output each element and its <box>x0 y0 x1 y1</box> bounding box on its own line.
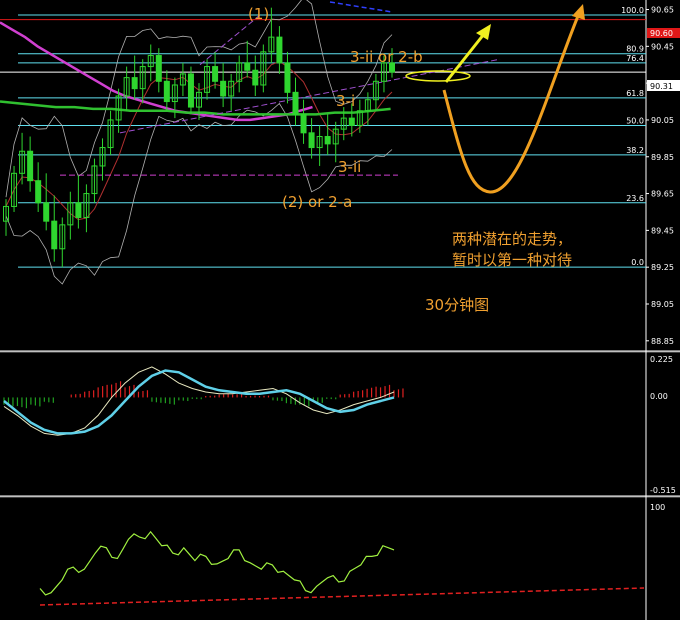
candle-body <box>300 113 307 134</box>
candle-body <box>51 220 58 250</box>
oscillator-line <box>39 530 395 596</box>
fib-label: 100.0 <box>621 6 644 15</box>
price-tick-label: 90.45 <box>651 42 674 51</box>
price-y-ticks: 90.6590.4590.2590.0589.8589.6589.4589.25… <box>646 6 674 346</box>
candle-body <box>212 66 219 82</box>
arrow-scenario-2 <box>444 33 486 83</box>
candle-body <box>252 69 259 86</box>
price-tick-label: 88.85 <box>651 337 674 346</box>
price-tick-label: 89.25 <box>651 263 674 272</box>
chart-root: { "chart_data": [ { "type": "candlestick… <box>0 0 680 620</box>
candle-body <box>35 180 42 204</box>
fib-label: 61.8 <box>626 89 644 98</box>
arrow-scenario-1-head <box>572 4 585 20</box>
arrow-scenario-1 <box>442 15 580 194</box>
price-tick-label: 90.65 <box>651 6 674 15</box>
candle-body <box>155 55 162 82</box>
candle-body <box>308 132 315 149</box>
candle-body <box>348 117 355 126</box>
fib-label: 23.6 <box>626 194 644 203</box>
note-line-2: 暂时以第一种对待 <box>452 251 572 269</box>
osc-tick-top: 100 <box>650 503 665 512</box>
red-level-label: 90.60 <box>650 29 673 38</box>
wave-3ii-or-2b-label: 3-ii or 2-b <box>350 48 423 66</box>
wave-3ii-label: 3-ii <box>338 158 361 176</box>
candle-body <box>75 202 82 218</box>
macd-panel <box>3 366 404 436</box>
current-price-label: 90.31 <box>650 82 673 91</box>
fib-label: 50.0 <box>626 116 644 125</box>
candles <box>3 7 395 268</box>
wave-2-label: (2) or 2-a <box>282 193 352 211</box>
candle-body <box>220 80 227 97</box>
macd-tick-bottom: -0.515 <box>650 486 676 495</box>
price-tick-label: 89.05 <box>651 300 674 309</box>
candle-body <box>292 91 299 115</box>
wave-3i-label: 3-i <box>336 92 355 110</box>
price-tick-label: 89.65 <box>651 190 674 199</box>
arrow-scenario-2-head <box>476 24 491 40</box>
price-tick-label: 89.45 <box>651 226 674 235</box>
candle-body <box>131 77 138 90</box>
overlay-indicators <box>0 0 501 285</box>
candle-body <box>276 36 283 64</box>
chart-title: 30分钟图 <box>425 296 489 314</box>
fib-label: 80.9 <box>626 45 644 54</box>
candle-body <box>43 202 50 222</box>
note-line-1: 两种潜在的走势， <box>452 230 572 248</box>
candle-body <box>187 73 194 108</box>
macd-tick-top: 0.225 <box>650 355 673 364</box>
oscillator-panel <box>39 530 645 606</box>
fib-label: 38.2 <box>626 146 644 155</box>
macd-signal-line <box>3 366 395 436</box>
blue-dashed <box>329 1 393 13</box>
candle-body <box>27 150 34 182</box>
price-tick-label: 90.05 <box>651 116 674 125</box>
wave-1-label: (1) <box>248 5 269 23</box>
candle-body <box>163 80 170 103</box>
candle-body <box>324 136 331 145</box>
chart-svg: 100.0 80.976.4 61.8 50.0 38.2 23.6 0.0 90.65 90… <box>0 0 680 620</box>
fib-label: 0.0 <box>631 258 644 267</box>
macd-main-line <box>3 369 395 435</box>
price-tick-label: 89.85 <box>651 153 674 162</box>
oscillator-trendline <box>39 587 645 606</box>
candle-body <box>284 62 291 93</box>
macd-tick-zero: 0.00 <box>650 392 668 401</box>
candle-body <box>244 62 251 71</box>
fib-label: 76.4 <box>626 54 644 63</box>
ma-green <box>0 100 391 116</box>
